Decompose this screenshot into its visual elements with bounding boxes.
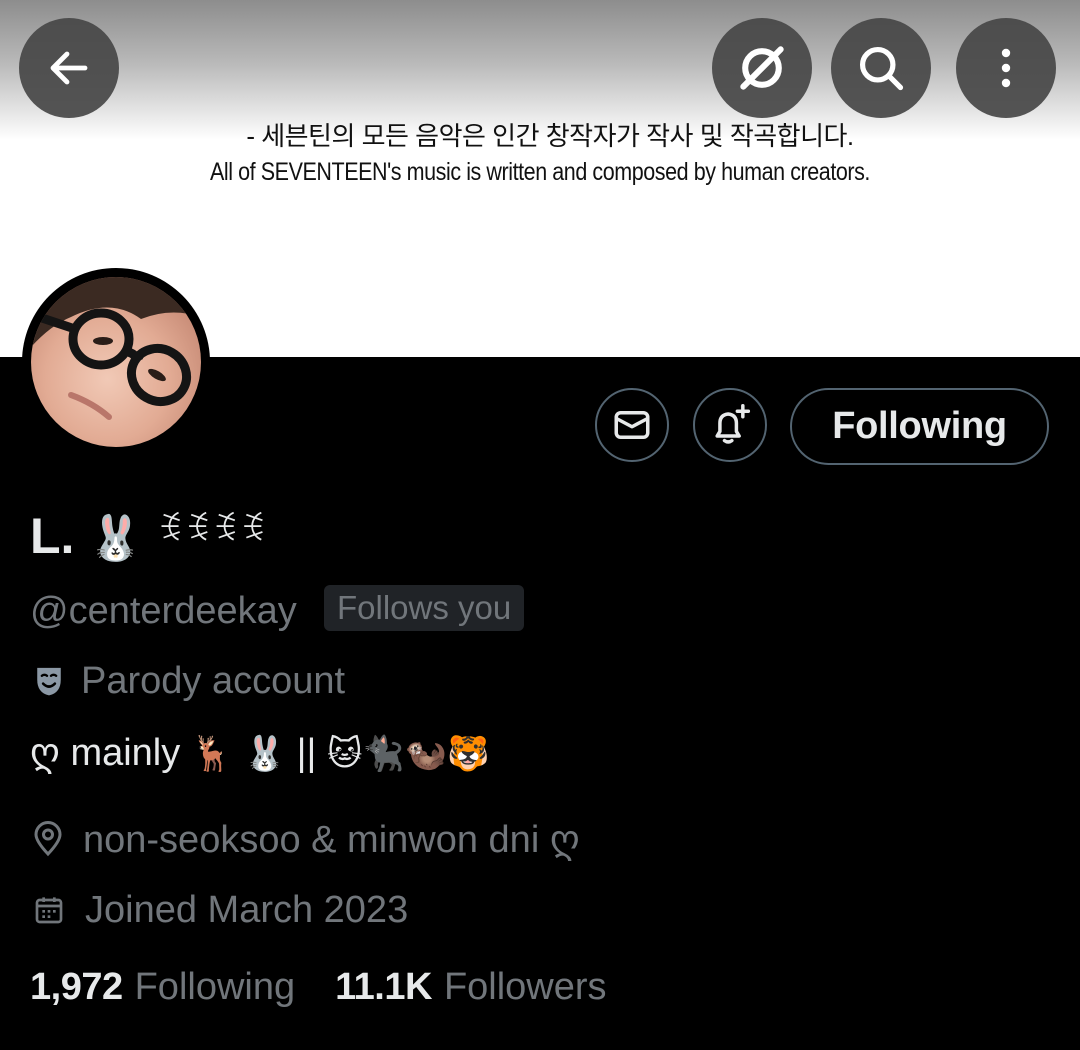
following-count: 1,972 <box>30 966 123 1008</box>
search-icon <box>859 46 904 91</box>
bio-separator: || <box>296 732 317 774</box>
parody-account-label: Parody account <box>33 658 345 704</box>
envelope-icon <box>614 411 650 439</box>
followers-count-link[interactable]: 11.1K Followers <box>335 966 606 1009</box>
arrow-left-icon <box>50 51 88 85</box>
location-text: non-seoksoo & minwon dni ღ <box>83 818 580 861</box>
grok-icon <box>740 46 784 90</box>
back-button[interactable] <box>19 18 119 118</box>
calendar-icon <box>35 897 63 924</box>
message-button[interactable] <box>595 388 669 462</box>
deer-emoji: 🦌 <box>190 735 234 773</box>
followers-label: Followers <box>443 966 607 1008</box>
profile-location: non-seoksoo & minwon dni ღ <box>33 815 580 863</box>
following-button[interactable]: Following <box>790 388 1049 465</box>
following-count-link[interactable]: 1,972 Following <box>30 966 295 1009</box>
rabbit-emoji: 🐰 <box>243 735 287 773</box>
grok-button[interactable] <box>712 18 812 118</box>
display-name-text: L. <box>30 508 75 564</box>
location-pin-icon <box>34 821 62 857</box>
bio-prefix: ღ <box>30 732 60 774</box>
avatar-image <box>31 277 201 447</box>
username-handle: @centerdeekay <box>30 590 297 632</box>
banner-text-korean: - 세븐틴의 모든 음악은 인간 창작자가 작사 및 작곡합니다. <box>246 121 854 151</box>
name-decoration-glyphs: ꉂꉂꉂꉂ <box>157 511 268 549</box>
banner-text-english: All of SEVENTEEN's music is written and … <box>210 158 870 186</box>
bio-text: mainly <box>70 732 181 774</box>
animal-emojis: 🐱🐈‍⬛🦦🐯 <box>326 735 490 773</box>
display-name: L. 🐰 ꉂꉂꉂꉂ <box>30 505 267 565</box>
joined-text: Joined March 2023 <box>85 888 409 931</box>
follow-stats: 1,972 Following 11.1K Followers <box>30 966 607 1009</box>
search-button[interactable] <box>831 18 931 118</box>
following-label: Following <box>134 966 296 1008</box>
profile-bio: ღ mainly 🦌 🐰 || 🐱🐈‍⬛🦦🐯 <box>30 730 489 775</box>
rabbit-emoji: 🐰 <box>88 514 144 563</box>
theater-mask-icon <box>37 667 61 696</box>
followers-count: 11.1K <box>335 966 432 1008</box>
more-options-button[interactable] <box>956 18 1056 118</box>
profile-join-date: Joined March 2023 <box>33 886 408 934</box>
follows-you-badge: Follows you <box>324 585 525 631</box>
more-vertical-icon <box>1001 48 1011 88</box>
notifications-button[interactable] <box>693 388 767 462</box>
bell-plus-icon <box>715 404 751 444</box>
avatar[interactable] <box>22 268 210 456</box>
parody-account-text: Parody account <box>81 659 346 702</box>
